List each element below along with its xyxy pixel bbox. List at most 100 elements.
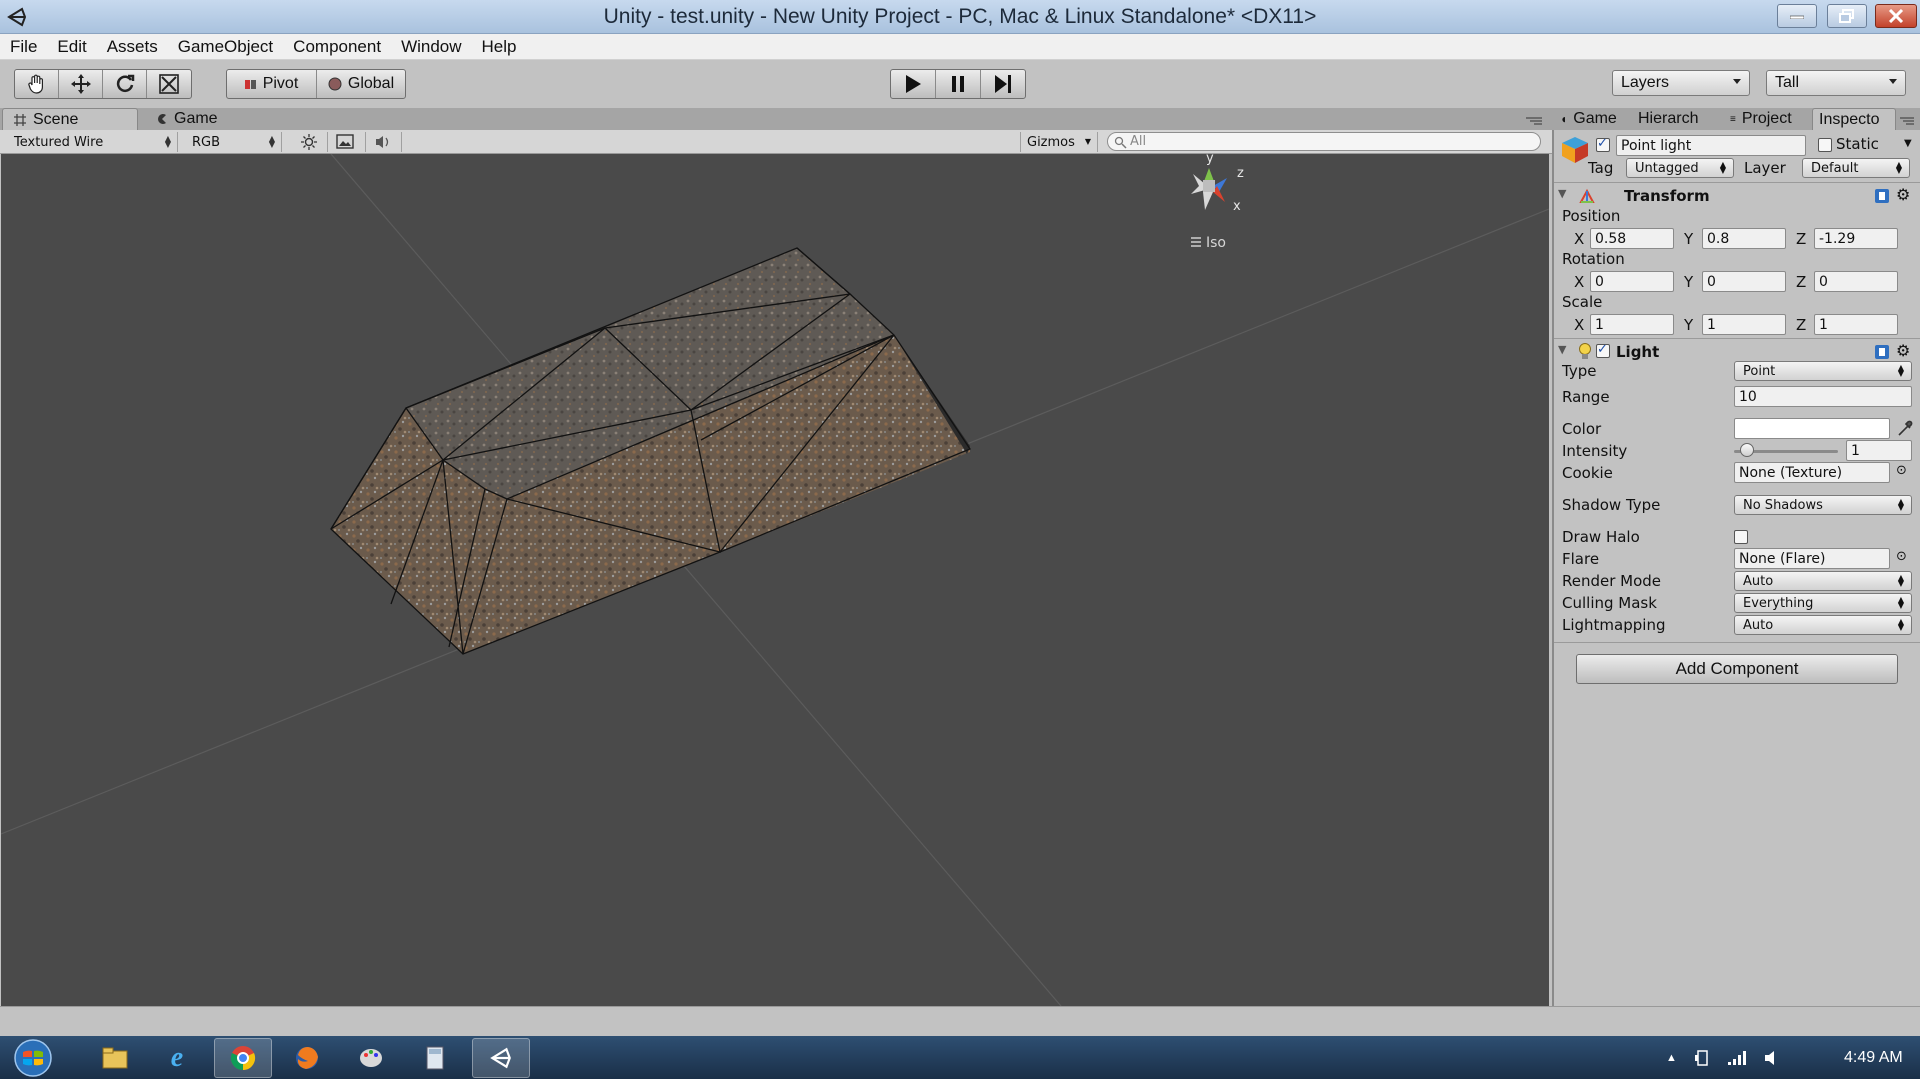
pause-icon <box>952 76 964 92</box>
add-component-button[interactable]: Add Component <box>1576 654 1898 684</box>
rotation-y-field[interactable]: 0 <box>1702 271 1786 292</box>
menu-file[interactable]: File <box>10 37 37 57</box>
menu-gameobject[interactable]: GameObject <box>178 37 273 57</box>
draw-halo-checkbox[interactable] <box>1734 530 1748 544</box>
clock[interactable]: 4:49 AM <box>1844 1036 1903 1079</box>
intensity-field[interactable]: 1 <box>1846 440 1912 461</box>
taskbar-calculator[interactable] <box>406 1038 464 1078</box>
scene-canvas[interactable]: y z x Iso <box>1 154 1549 1006</box>
power-icon[interactable] <box>1693 1049 1711 1067</box>
light-type-dropdown[interactable]: Point ▲ ▼ <box>1734 361 1912 381</box>
minimize-button[interactable] <box>1777 4 1817 28</box>
search-placeholder: All <box>1130 134 1147 149</box>
step-button[interactable] <box>981 70 1025 98</box>
position-y-field[interactable]: 0.8 <box>1702 228 1786 249</box>
lightmapping-dropdown[interactable]: Auto ▲ ▼ <box>1734 615 1912 635</box>
taskbar-unity[interactable] <box>472 1038 530 1078</box>
show-hidden-icons-icon[interactable]: ▲ <box>1666 1052 1677 1064</box>
gizmos-dropdown[interactable]: Gizmos ▼ <box>1020 132 1098 152</box>
gear-icon[interactable]: ⚙ <box>1896 341 1910 360</box>
taskbar-internet-explorer[interactable]: e <box>148 1038 206 1078</box>
light-enabled-checkbox[interactable] <box>1596 342 1610 358</box>
static-checkbox[interactable] <box>1818 138 1832 152</box>
transform-header[interactable]: ▼ Transform ⚙ <box>1554 182 1920 208</box>
taskbar-firefox[interactable] <box>278 1038 336 1078</box>
render-mode-dropdown[interactable]: Textured Wire ▲ ▼ <box>8 132 178 152</box>
eyedropper-icon[interactable] <box>1896 418 1914 438</box>
shadow-type-dropdown[interactable]: No Shadows ▲ ▼ <box>1734 495 1912 515</box>
layers-dropdown[interactable]: Layers <box>1612 70 1750 96</box>
layer-value: Default <box>1811 160 1859 176</box>
pacman-icon: ◖ <box>1560 112 1568 126</box>
position-z-field[interactable]: -1.29 <box>1814 228 1898 249</box>
scale-z-field[interactable]: 1 <box>1814 314 1898 335</box>
channel-dropdown[interactable]: RGB ▲ ▼ <box>186 132 282 152</box>
taskbar-explorer[interactable] <box>86 1038 144 1078</box>
move-tool-button[interactable] <box>59 70 103 98</box>
tab-scene[interactable]: Scene <box>2 108 138 130</box>
collapse-arrow-icon[interactable]: ▼ <box>1558 343 1566 356</box>
object-active-checkbox[interactable] <box>1596 136 1610 152</box>
tab-hierarchy[interactable]: Hierarch <box>1634 108 1702 130</box>
object-picker-icon[interactable]: ⊙ <box>1896 549 1907 564</box>
render-mode-dropdown[interactable]: Auto ▲ ▼ <box>1734 571 1912 591</box>
color-swatch[interactable] <box>1734 418 1890 439</box>
rock-mesh[interactable] <box>330 247 971 655</box>
static-label: Static <box>1836 135 1879 153</box>
help-book-icon[interactable] <box>1874 188 1890 204</box>
restore-button[interactable] <box>1827 4 1867 28</box>
cookie-field[interactable]: None (Texture) <box>1734 462 1890 483</box>
pivot-button[interactable]: Pivot <box>227 70 317 98</box>
pause-button[interactable] <box>936 70 981 98</box>
scene-search-input[interactable]: All <box>1107 132 1541 151</box>
rotate-tool-button[interactable] <box>103 70 147 98</box>
tab-project[interactable]: ≡ Project <box>1726 108 1796 130</box>
menu-assets[interactable]: Assets <box>107 37 158 57</box>
rotation-z-field[interactable]: 0 <box>1814 271 1898 292</box>
global-button[interactable]: Global <box>317 70 405 98</box>
start-button[interactable] <box>10 1038 56 1078</box>
close-button[interactable] <box>1875 4 1917 28</box>
orientation-gizmo[interactable]: y z x <box>1191 154 1244 214</box>
scene-viewport[interactable]: y z x Iso <box>1 154 1549 1006</box>
object-picker-icon[interactable]: ⊙ <box>1896 463 1907 478</box>
scale-y-field[interactable]: 1 <box>1702 314 1786 335</box>
range-field[interactable]: 10 <box>1734 386 1912 407</box>
chevron-down-icon[interactable]: ▼ <box>1904 138 1912 149</box>
culling-mask-dropdown[interactable]: Everything ▲ ▼ <box>1734 593 1912 613</box>
tag-dropdown[interactable]: Untagged ▲ ▼ <box>1626 158 1734 178</box>
help-book-icon[interactable] <box>1874 344 1890 360</box>
hand-tool-button[interactable] <box>15 70 59 98</box>
step-icon <box>995 75 1011 93</box>
menu-edit[interactable]: Edit <box>57 37 86 57</box>
menu-help[interactable]: Help <box>482 37 517 57</box>
play-button[interactable] <box>891 70 936 98</box>
taskbar-chrome[interactable] <box>214 1038 272 1078</box>
flare-field[interactable]: None (Flare) <box>1734 548 1890 569</box>
gear-icon[interactable]: ⚙ <box>1896 185 1910 204</box>
object-name-field[interactable]: Point light <box>1616 135 1806 156</box>
image-effects-toggle[interactable] <box>330 132 366 152</box>
tab-inspector[interactable]: Inspecto <box>1812 108 1896 130</box>
menu-component[interactable]: Component <box>293 37 381 57</box>
position-x-field[interactable]: 0.58 <box>1590 228 1674 249</box>
taskbar-paint[interactable] <box>342 1038 400 1078</box>
network-icon[interactable] <box>1727 1050 1747 1066</box>
volume-icon[interactable] <box>1763 1049 1781 1067</box>
projection-toggle[interactable]: Iso <box>1191 235 1226 251</box>
render-mode-value: Auto <box>1743 573 1774 589</box>
layer-dropdown[interactable]: Default ▲ ▼ <box>1802 158 1910 178</box>
scale-tool-button[interactable] <box>147 70 191 98</box>
menu-window[interactable]: Window <box>401 37 461 57</box>
panel-menu-icon[interactable] <box>1526 116 1544 126</box>
layout-dropdown[interactable]: Tall <box>1766 70 1906 96</box>
intensity-slider-thumb[interactable] <box>1740 443 1754 457</box>
panel-menu-icon[interactable] <box>1900 116 1916 126</box>
scale-x-field[interactable]: 1 <box>1590 314 1674 335</box>
tab-game[interactable]: Game <box>146 108 228 130</box>
tab-game-2[interactable]: ◖ Game <box>1556 108 1621 130</box>
lighting-toggle[interactable] <box>294 132 328 152</box>
audio-toggle[interactable] <box>368 132 402 152</box>
collapse-arrow-icon[interactable]: ▼ <box>1558 187 1566 200</box>
rotation-x-field[interactable]: 0 <box>1590 271 1674 292</box>
